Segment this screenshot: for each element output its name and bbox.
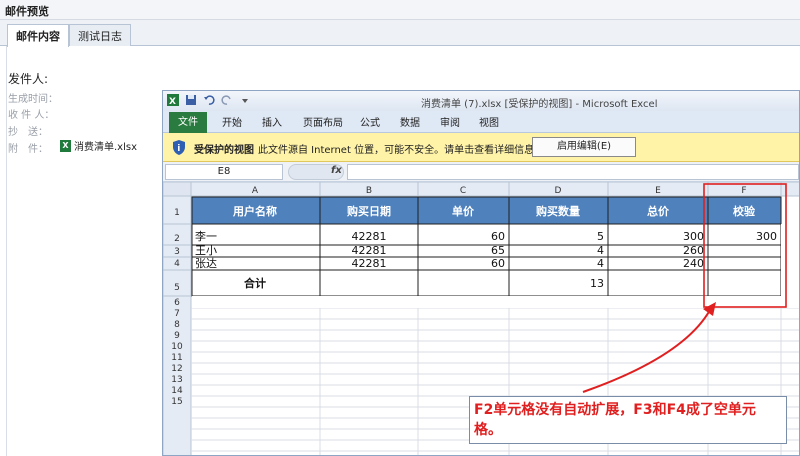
annotation-arrow — [582, 302, 716, 393]
annotation-callout: F2单元格没有自动扩展，F3和F4成了空单元格。 — [469, 396, 787, 444]
